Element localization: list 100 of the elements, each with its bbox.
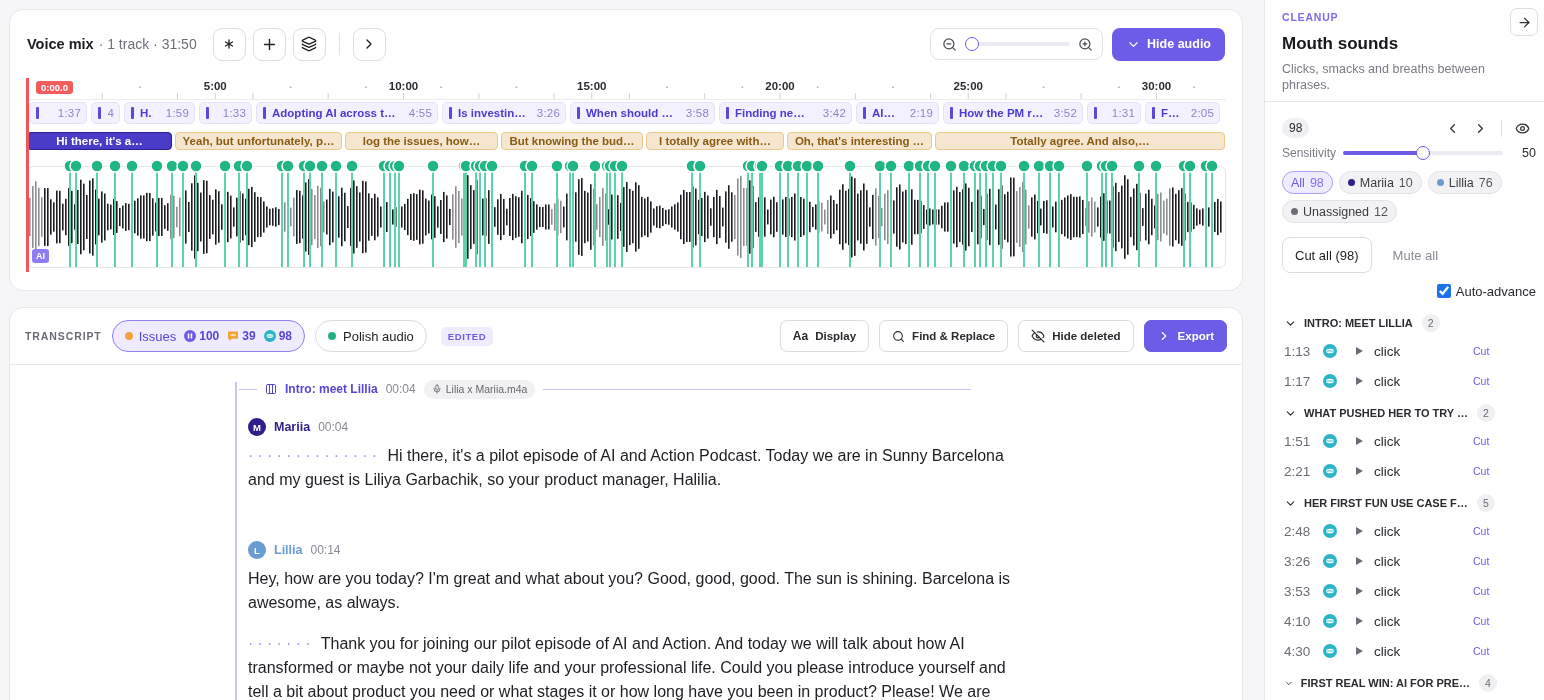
toolbar-button[interactable]: Export bbox=[1143, 320, 1227, 352]
auto-advance-checkbox[interactable] bbox=[1436, 284, 1451, 298]
play-button[interactable] bbox=[1356, 617, 1363, 625]
chapter-marker-icon bbox=[1094, 107, 1097, 119]
chapter-marker-icon bbox=[950, 107, 953, 119]
issue-time: 3:26 bbox=[1283, 553, 1312, 569]
panel-title: Mouth sounds bbox=[1282, 34, 1400, 54]
chapter-chip[interactable]: Finding ne… 3:42 bbox=[719, 102, 852, 124]
issue-time: 4:30 bbox=[1283, 643, 1312, 659]
ruler-time-label: 5:00 bbox=[203, 80, 227, 92]
file-chip: Lilia x Mariia.m4a bbox=[423, 379, 536, 399]
chapter-chip[interactable]: 4 bbox=[91, 102, 120, 124]
group-header[interactable]: HER FIRST FUN USE CASE F… 5 bbox=[1282, 490, 1497, 516]
filter-chip[interactable]: Lillia 76 bbox=[1427, 171, 1502, 194]
filter-chip[interactable]: Mariia 10 bbox=[1338, 171, 1422, 194]
chapter-chip[interactable]: Adopting AI across t… 4:55 bbox=[256, 102, 438, 124]
play-button[interactable] bbox=[1356, 377, 1363, 385]
mic-icon bbox=[431, 384, 442, 394]
layers-button[interactable] bbox=[292, 27, 326, 61]
cut-link[interactable]: Cut bbox=[1473, 645, 1490, 657]
play-icon bbox=[1356, 557, 1363, 565]
group-header[interactable]: INTRO: MEET LILLIA 2 bbox=[1282, 310, 1497, 336]
chapter-marker-icon bbox=[726, 107, 729, 119]
chapter-marker-icon bbox=[449, 107, 452, 119]
transcript-segment[interactable]: Oh, that's interesting … bbox=[787, 132, 932, 150]
sensitivity-slider[interactable] bbox=[1343, 146, 1503, 160]
play-button[interactable] bbox=[1356, 647, 1363, 655]
mouth-icon bbox=[1323, 464, 1337, 478]
chapter-chip[interactable]: 1:31 bbox=[1087, 102, 1141, 124]
transcript-segment[interactable]: log the issues, how… bbox=[345, 132, 498, 150]
edited-badge: EDITED bbox=[440, 326, 494, 346]
chapter-chip[interactable]: AI… 2:19 bbox=[856, 102, 939, 124]
issues-filter-button[interactable]: Issues 100 39 98 bbox=[111, 320, 305, 352]
cut-link[interactable]: Cut bbox=[1473, 435, 1490, 447]
chapter-chip[interactable]: How the PM r… 3:52 bbox=[943, 102, 1083, 124]
issue-label: click bbox=[1374, 523, 1402, 539]
issue-label: click bbox=[1374, 343, 1402, 359]
count-badge: 2 bbox=[1421, 314, 1440, 332]
chapter-chip[interactable]: 1:33 bbox=[199, 102, 252, 124]
cut-link[interactable]: Cut bbox=[1473, 375, 1490, 387]
mouth-icon bbox=[1323, 584, 1337, 598]
cut-link[interactable]: Cut bbox=[1473, 585, 1490, 597]
toolbar-button[interactable]: Hide deleted bbox=[1018, 320, 1134, 352]
polish-audio-button[interactable]: Polish audio bbox=[315, 320, 427, 352]
track-info: · 1 track · 31:50 bbox=[98, 36, 197, 52]
group-header[interactable]: WHAT PUSHED HER TO TRY … 2 bbox=[1282, 400, 1497, 426]
play-button[interactable] bbox=[1356, 437, 1363, 445]
filter-chip[interactable]: All 98 bbox=[1282, 171, 1333, 194]
transcript-segment[interactable]: Yeah, but unfortunately, p… bbox=[175, 132, 342, 150]
chapter-chip[interactable]: H. 1:59 bbox=[124, 102, 195, 124]
transcript-segment[interactable]: Totally agree. And also,… bbox=[935, 132, 1225, 150]
play-button[interactable] bbox=[1356, 347, 1363, 355]
speaker-avatar: L bbox=[248, 541, 266, 559]
toolbar-button[interactable]: Aa Display bbox=[779, 320, 870, 352]
filter-chip[interactable]: Unassigned 12 bbox=[1282, 200, 1397, 223]
transcript-segment[interactable]: Hi there, it's a… bbox=[27, 132, 172, 150]
cut-link[interactable]: Cut bbox=[1473, 345, 1490, 357]
chapter-chip[interactable]: Is investin… 3:26 bbox=[442, 102, 566, 124]
transcript-paragraph: ·············· Hi there, it's a pilot episode of AI and Action Podcast. Today we are in Sunny Barcelona and my guest is Liliya Garbachik, so your product manager, Halilia. bbox=[248, 446, 1005, 490]
issue-label: click bbox=[1374, 433, 1402, 449]
transcript-segment[interactable]: I totally agree with… bbox=[646, 132, 784, 150]
play-icon bbox=[1356, 647, 1363, 655]
ai-badge: AI bbox=[32, 249, 49, 263]
transcript-segment[interactable]: But knowing the bud… bbox=[501, 132, 643, 150]
chapter-marker-icon bbox=[36, 107, 39, 119]
hide-audio-button[interactable]: Hide audio bbox=[1112, 27, 1225, 61]
collapse-button[interactable] bbox=[1510, 8, 1538, 36]
play-button[interactable] bbox=[1356, 467, 1363, 475]
preview-button[interactable] bbox=[1515, 120, 1530, 136]
issue-time: 2:48 bbox=[1283, 523, 1312, 539]
play-button[interactable] bbox=[1356, 587, 1363, 595]
status-dot-icon bbox=[328, 332, 336, 340]
cut-link[interactable]: Cut bbox=[1473, 615, 1490, 627]
cut-link[interactable]: Cut bbox=[1473, 465, 1490, 477]
slider-thumb[interactable] bbox=[1416, 146, 1430, 160]
checkbox-label: Auto-advance bbox=[1455, 283, 1536, 299]
chapter-title[interactable]: Intro: meet Lillia bbox=[285, 382, 378, 396]
issue-time: 4:10 bbox=[1283, 613, 1312, 629]
mouth-icon bbox=[263, 330, 276, 342]
comment-icon bbox=[227, 330, 240, 342]
zoom-out-icon[interactable] bbox=[942, 36, 958, 52]
cut-link[interactable]: Cut bbox=[1473, 555, 1490, 567]
mute-all-button[interactable]: Mute all bbox=[1371, 237, 1460, 273]
chapter-chip[interactable]: F… 2:05 bbox=[1145, 102, 1220, 124]
ruler-time-label: 15:00 bbox=[577, 80, 607, 92]
cut-all-button[interactable]: Cut all (98) bbox=[1282, 237, 1372, 273]
zoom-slider-thumb[interactable] bbox=[965, 37, 980, 51]
cut-link[interactable]: Cut bbox=[1473, 525, 1490, 537]
zoom-in-icon[interactable] bbox=[1078, 36, 1094, 52]
pause-icon bbox=[184, 330, 197, 342]
transcript-paragraph: ······· Thank you for joining our pilot episode of AI and Action. And today we will talk about how AI transformed or maybe not your daily life and your professional life. Could you please introduce yourself and tell a bit about product you need or what stages it or how long have you been in product? Please! We are bbox=[248, 634, 1007, 700]
split-button[interactable] bbox=[212, 27, 246, 61]
chapter-chip[interactable]: When should … 3:58 bbox=[570, 102, 715, 124]
play-button[interactable] bbox=[1356, 527, 1363, 535]
play-button[interactable] bbox=[1356, 557, 1363, 565]
play-icon bbox=[1356, 437, 1363, 445]
group-header[interactable]: FIRST REAL WIN: AI FOR PRE… 4 bbox=[1282, 670, 1497, 696]
chapter-chip[interactable]: 1:37 bbox=[29, 102, 87, 124]
toolbar-button[interactable]: Find & Replace bbox=[879, 320, 1009, 352]
zoom-slider[interactable] bbox=[965, 37, 1071, 51]
